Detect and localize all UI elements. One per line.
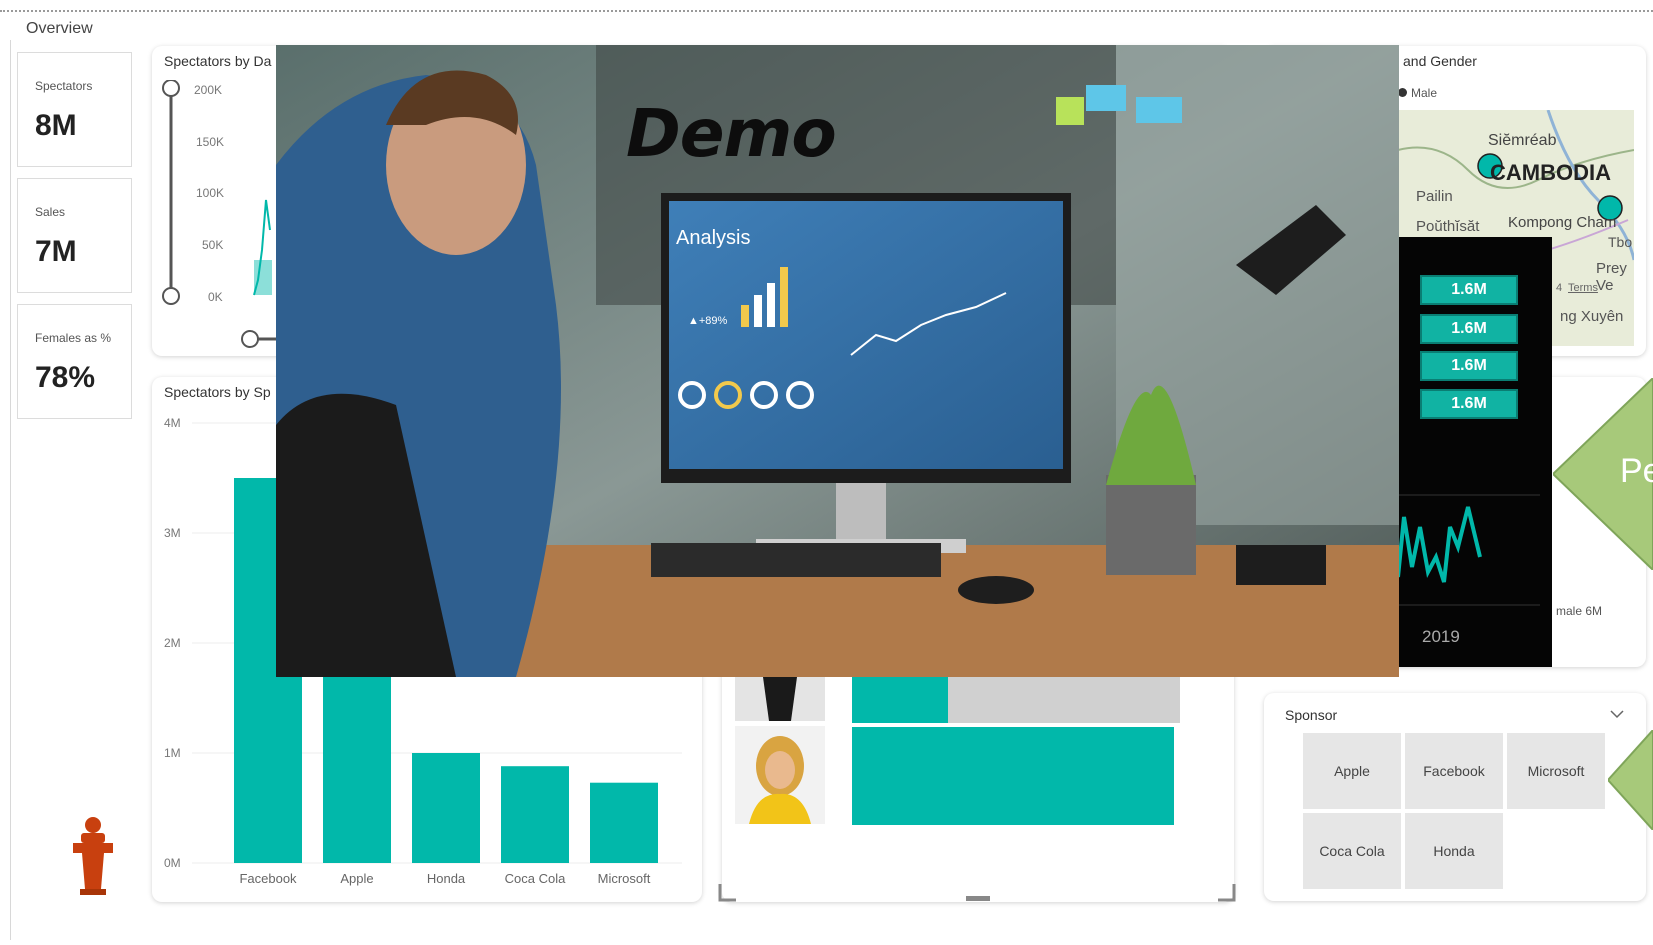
green-arrow-shape (1608, 730, 1653, 830)
speaker-podium-icon (73, 817, 113, 895)
chevron-down-icon[interactable] (1610, 709, 1624, 719)
map-label: Poŭthĭsăt (1416, 218, 1480, 235)
map-label: Siĕmréab (1488, 132, 1557, 149)
y-tick: 150K (196, 135, 224, 149)
y-tick: 50K (202, 238, 223, 252)
kpi-label: Sales (35, 205, 66, 219)
kpi-value: 7M (35, 235, 77, 268)
bar-microsoft[interactable] (590, 782, 658, 863)
kpi-spectators[interactable]: Spectators 8M (17, 52, 132, 167)
y-tick: 1M (164, 746, 181, 760)
demo-photo-overlay: Analysis ▲+89% Demo (276, 45, 1399, 677)
map-count: 4 (1556, 282, 1563, 294)
y-tick: 4M (164, 416, 181, 430)
sponsor-option-honda[interactable]: Honda (1405, 813, 1503, 889)
female-portrait-image (735, 726, 825, 824)
kpi-label: Females as % (35, 331, 112, 345)
date-area-fill (254, 260, 272, 295)
kpi-chip: 1.6M (1420, 351, 1518, 381)
x-tick: Coca Cola (505, 871, 566, 886)
map-terms-link[interactable]: Terms (1568, 282, 1598, 294)
gender-caption: male 6M (1556, 604, 1603, 618)
bar-honda[interactable] (412, 753, 480, 863)
slider-handle-top (162, 80, 180, 97)
gender-bar[interactable] (852, 677, 948, 723)
canvas-edge (10, 40, 11, 940)
map-label: Kompong Cham (1508, 214, 1617, 231)
legend-dot (1398, 88, 1407, 97)
sponsor-option-apple[interactable]: Apple (1303, 733, 1401, 809)
x-tick: Honda (427, 871, 466, 886)
x-tick: Microsoft (598, 871, 651, 886)
kpi-sales[interactable]: Sales 7M (17, 178, 132, 293)
y-tick: 0M (164, 856, 181, 870)
y-tick: 0K (208, 290, 223, 304)
legend-male: Male (1398, 86, 1437, 100)
tile-title: Spectators by Sp (164, 384, 271, 400)
bar-coca-cola[interactable] (501, 766, 569, 863)
x-tick: Facebook (239, 871, 297, 886)
resize-handles[interactable] (718, 880, 1238, 904)
slicer-title: Sponsor (1285, 707, 1338, 723)
sparkline (1398, 494, 1540, 606)
kpi-label: Spectators (35, 79, 93, 93)
date-range-slider[interactable] (160, 80, 182, 310)
page-title: Overview (26, 20, 93, 37)
x-tick: Apple (340, 871, 373, 886)
kpi-value: 8M (35, 109, 77, 142)
y-tick: 3M (164, 526, 181, 540)
kpi-chip: 1.6M (1420, 275, 1518, 305)
gender-bar[interactable] (852, 727, 1174, 825)
slider-handle-bottom (162, 287, 180, 305)
sponsor-option-microsoft[interactable]: Microsoft (1507, 733, 1605, 809)
portrait-thumb (735, 677, 825, 721)
kpi-chip: 1.6M (1420, 314, 1518, 344)
horizontal-range-slider[interactable] (238, 328, 278, 350)
y-tick: 200K (194, 83, 222, 97)
dark-kpi-panel[interactable]: 1.6M 1.6M 1.6M 1.6M 2019 (1398, 237, 1552, 667)
monitor-heading: Analysis (676, 227, 751, 249)
map-label: CAMBODIA (1490, 160, 1611, 185)
monitor-stat: ▲+89% (688, 315, 728, 327)
y-tick: 100K (196, 186, 224, 200)
sponsor-option-facebook[interactable]: Facebook (1405, 733, 1503, 809)
arrow-text: Pe (1620, 452, 1653, 490)
y-tick: 2M (164, 636, 181, 650)
map-label: Tbo (1608, 234, 1633, 250)
tile-title: and Gender (1403, 53, 1477, 69)
map-label: Prey Ve (1596, 260, 1627, 294)
kpi-chip: 1.6M (1420, 389, 1518, 419)
sponsor-option-coca-cola[interactable]: Coca Cola (1303, 813, 1401, 889)
date-chart-y-axis: 200K 150K 100K 50K 0K (194, 83, 272, 304)
map-label: ng Xuyên (1560, 308, 1624, 325)
demo-title: Demo (626, 95, 837, 172)
kpi-value: 78% (35, 361, 96, 394)
kpi-females-percent[interactable]: Females as % 78% (17, 304, 132, 419)
tile-title: Spectators by Da (164, 53, 272, 69)
year-label: 2019 (1422, 627, 1460, 646)
top-border (0, 0, 1653, 12)
map-label: Pailin (1416, 188, 1453, 205)
